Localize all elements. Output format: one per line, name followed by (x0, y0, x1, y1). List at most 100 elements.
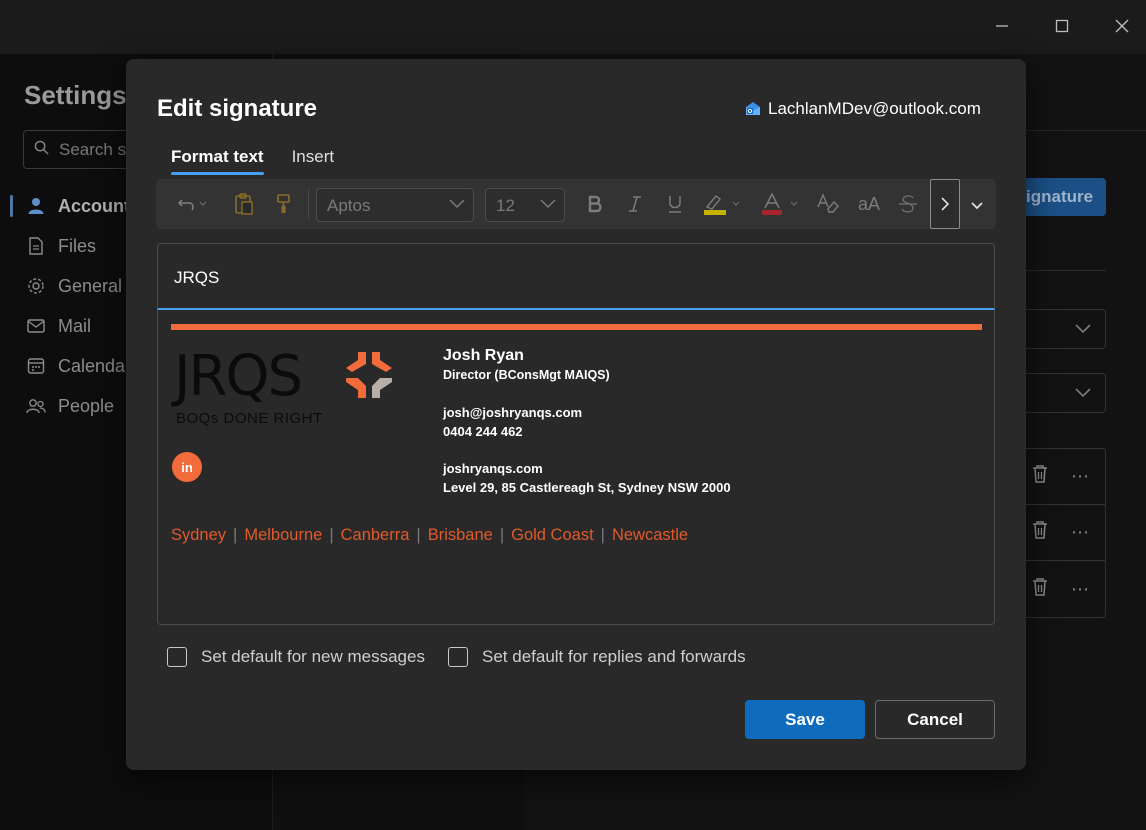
city-link[interactable]: Melbourne (244, 526, 322, 545)
office-locations: Sydney | Melbourne | Canberra | Brisbane… (171, 526, 688, 545)
list-item: ⋯ (1026, 505, 1105, 561)
chevron-down-icon (1075, 324, 1091, 334)
bold-button[interactable] (582, 179, 608, 229)
chevron-down-icon (1075, 388, 1091, 398)
contact-role: Director (BConsMgt MAIQS) (443, 368, 610, 382)
logo-wordmark: JRQS (174, 344, 303, 409)
dialog-tabs: Format text Insert (171, 147, 334, 175)
tab-format-text[interactable]: Format text (171, 147, 264, 175)
strikethrough-button[interactable] (894, 179, 922, 229)
highlight-button[interactable] (700, 179, 744, 229)
mail-icon (26, 316, 46, 336)
nav-label: General (58, 275, 123, 296)
settings-title: Settings (24, 80, 127, 110)
contact-email: josh@joshryanqs.com (443, 405, 583, 420)
bold-icon (588, 195, 602, 213)
city-separator: | (600, 526, 605, 544)
list-item: ⋯ (1026, 449, 1105, 505)
city-link[interactable]: Sydney (171, 526, 226, 545)
linkedin-icon[interactable]: in (172, 452, 202, 482)
tab-insert[interactable]: Insert (292, 147, 335, 175)
edit-signature-dialog: Edit signature LachlanMDev@outlook.com F… (126, 59, 1026, 770)
calendar-icon (26, 356, 46, 376)
city-link[interactable]: Canberra (341, 526, 410, 545)
default-replies-checkbox[interactable] (448, 647, 468, 667)
save-button[interactable]: Save (745, 700, 865, 739)
paste-button[interactable] (228, 179, 260, 229)
contact-website: joshryanqs.com (443, 461, 543, 476)
trash-icon[interactable] (1031, 577, 1049, 602)
search-placeholder: Search se (59, 140, 136, 159)
company-logo: JRQS BOQs DONE RIGHT (174, 346, 414, 432)
toolbar-separator (308, 189, 309, 219)
outlook-account-icon (746, 102, 760, 115)
city-link[interactable]: Brisbane (428, 526, 493, 545)
font-size-dropdown[interactable]: 12 (485, 188, 565, 222)
city-link[interactable]: Gold Coast (511, 526, 594, 545)
contact-address: Level 29, 85 Castlereagh St, Sydney NSW … (443, 480, 731, 495)
default-new-messages-label: Set default for new messages (201, 647, 425, 666)
gear-icon (26, 276, 46, 296)
title-bar (0, 0, 1146, 54)
city-link[interactable]: Newcastle (612, 526, 688, 545)
trash-icon[interactable] (1031, 520, 1049, 545)
font-name-dropdown[interactable]: Aptos (316, 188, 474, 222)
italic-icon (629, 196, 641, 212)
format-toolbar: Aptos 12 aA (156, 179, 996, 229)
signature-editor[interactable]: JRQS BOQs DONE RIGHT in Josh Ryan Direct… (157, 310, 995, 625)
default-new-messages-checkbox[interactable] (167, 647, 187, 667)
font-size-value: 12 (496, 196, 515, 215)
logo-tagline: BOQs DONE RIGHT (176, 410, 323, 427)
default-new-messages-option[interactable]: Set default for new messages (167, 647, 425, 667)
underline-button[interactable] (662, 179, 688, 229)
expand-toolbar-button[interactable] (964, 183, 990, 229)
font-color-icon (762, 193, 798, 215)
strikethrough-icon (899, 195, 917, 213)
clear-formatting-button[interactable] (814, 179, 842, 229)
format-painter-button[interactable] (268, 179, 300, 229)
signature-name-input[interactable]: JRQS (157, 243, 995, 310)
chevron-down-icon (971, 202, 983, 210)
italic-button[interactable] (622, 179, 648, 229)
nav-label: Files (58, 235, 97, 256)
maximize-icon (1055, 19, 1069, 33)
people-icon (26, 396, 46, 416)
close-window-button[interactable] (1102, 10, 1142, 42)
contact-phone: 0404 244 462 (443, 424, 523, 439)
change-case-icon: aA (857, 193, 881, 214)
more-icon[interactable]: ⋯ (1071, 579, 1089, 600)
search-icon (34, 140, 49, 160)
chevron-right-icon (941, 197, 950, 211)
signature-list: ⋯ ⋯ ⋯ (1026, 448, 1106, 618)
contact-name: Josh Ryan (443, 347, 524, 364)
default-replies-option[interactable]: Set default for replies and forwards (448, 647, 746, 667)
maximize-button[interactable] (1042, 10, 1082, 42)
undo-button[interactable] (172, 179, 212, 229)
list-item: ⋯ (1026, 561, 1105, 617)
font-name-value: Aptos (327, 196, 371, 215)
default-new-select[interactable] (1026, 309, 1106, 349)
person-icon (26, 196, 46, 216)
cancel-button[interactable]: Cancel (875, 700, 995, 739)
font-color-button[interactable] (758, 179, 802, 229)
close-icon (1115, 19, 1129, 33)
change-case-button[interactable]: aA (854, 179, 884, 229)
undo-icon (177, 199, 207, 211)
chevron-down-icon (449, 197, 465, 212)
signature-contact-block: Josh Ryan Director (BConsMgt MAIQS) josh… (443, 346, 731, 497)
minimize-button[interactable] (982, 10, 1022, 42)
nav-label: Mail (58, 315, 92, 336)
trash-icon[interactable] (1031, 464, 1049, 489)
default-reply-select[interactable] (1026, 373, 1106, 413)
more-icon[interactable]: ⋯ (1071, 466, 1089, 487)
highlighter-icon (704, 195, 740, 215)
clear-formatting-icon (817, 193, 839, 213)
minimize-icon (996, 25, 1008, 27)
city-separator: | (499, 526, 505, 544)
nav-label: People (58, 395, 115, 416)
more-icon[interactable]: ⋯ (1071, 522, 1089, 543)
clipboard-icon (235, 193, 253, 215)
content-divider (1026, 130, 1146, 131)
more-formatting-button[interactable] (930, 179, 960, 229)
logo-mark-icon (346, 352, 392, 398)
